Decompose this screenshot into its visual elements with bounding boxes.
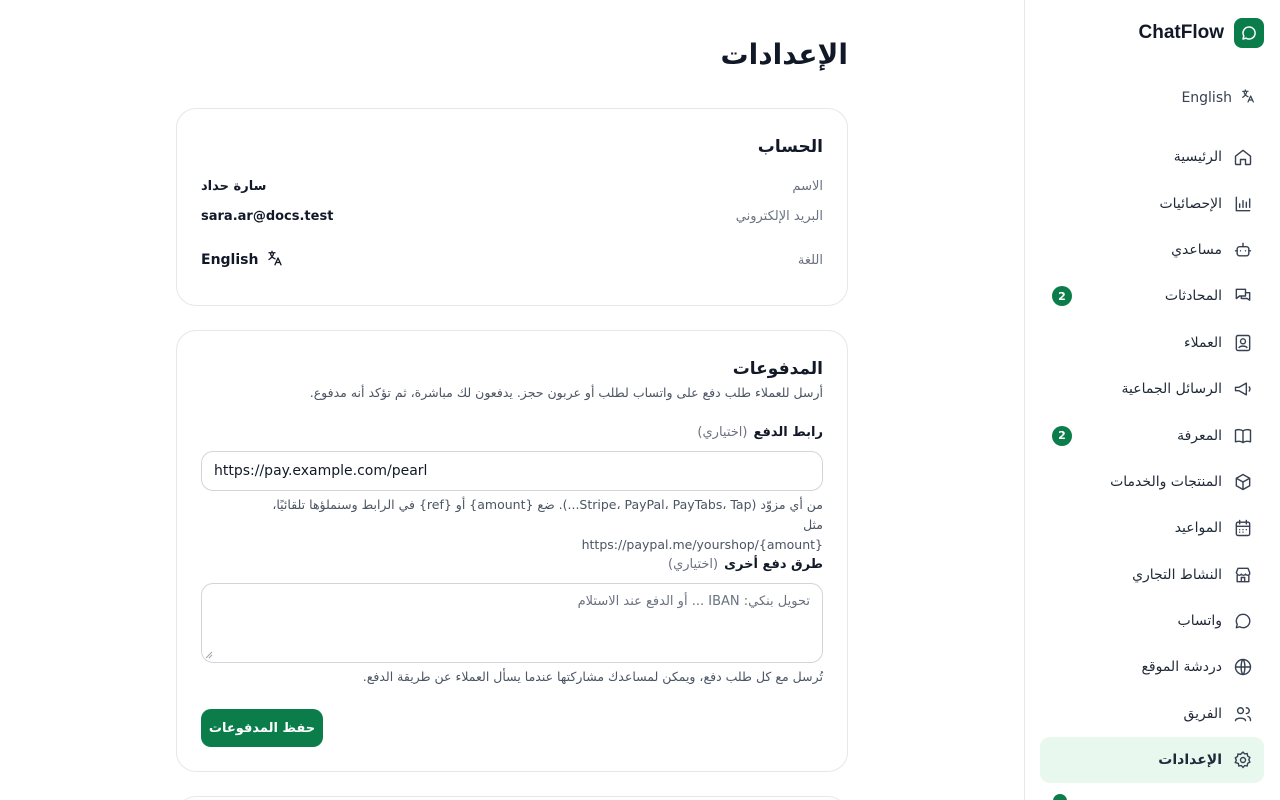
- sidebar-item-label: النشاط التجاري: [1132, 566, 1222, 583]
- sidebar-item-label: المحادثات: [1164, 288, 1222, 305]
- sidebar-more-indicator: [1053, 794, 1067, 800]
- whatsapp-icon: [1232, 610, 1254, 632]
- page-title: الإعدادات: [720, 38, 848, 71]
- book-icon: [1232, 425, 1254, 447]
- payment-link-input[interactable]: [201, 451, 823, 491]
- sidebar-item-web-chat[interactable]: دردشة الموقع: [1040, 644, 1264, 690]
- payments-card: المدفوعات أرسل للعملاء طلب دفع على واتسا…: [176, 330, 848, 772]
- bar-chart-icon: [1232, 193, 1254, 215]
- sidebar-item-broadcasts[interactable]: الرسائل الجماعية: [1040, 366, 1264, 412]
- sidebar-item-customers[interactable]: العملاء: [1040, 320, 1264, 366]
- sidebar-item-label: المعرفة: [1177, 427, 1222, 444]
- bot-icon: [1232, 239, 1254, 261]
- sidebar-item-whatsapp[interactable]: واتساب: [1040, 598, 1264, 644]
- sidebar-item-label: مساعدي: [1171, 241, 1222, 258]
- sidebar-item-label: واتساب: [1177, 613, 1222, 630]
- sidebar-item-knowledge[interactable]: المعرفة 2: [1040, 412, 1264, 458]
- sidebar-item-label: المواعيد: [1174, 520, 1222, 537]
- language-label: اللغة: [797, 252, 823, 268]
- sidebar-item-analytics[interactable]: الإحصائيات: [1040, 180, 1264, 226]
- payment-link-label-text: رابط الدفع: [753, 425, 823, 440]
- email-label: البريد الإلكتروني: [735, 209, 823, 224]
- account-language-row: اللغة English: [201, 249, 823, 271]
- sidebar-item-label: الفريق: [1183, 705, 1222, 722]
- translate-icon: [266, 249, 284, 271]
- sidebar-item-appointments[interactable]: المواعيد: [1040, 505, 1264, 551]
- sidebar-item-label: الرسائل الجماعية: [1121, 381, 1222, 398]
- optional-tag: (اختياري): [668, 557, 719, 572]
- globe-icon: [1232, 656, 1254, 678]
- box-icon: [1232, 471, 1254, 493]
- language-select[interactable]: English: [201, 249, 284, 271]
- language-switcher-label: English: [1181, 90, 1232, 106]
- sidebar: ChatFlow English الرئيسية الإحصائيات مسا…: [1024, 0, 1280, 800]
- sidebar-nav: الرئيسية الإحصائيات مساعدي المحادثات 2 ا…: [1040, 134, 1264, 784]
- home-icon: [1232, 146, 1254, 168]
- chat-bubble-icon: [1234, 18, 1264, 48]
- account-card-title: الحساب: [757, 137, 823, 157]
- sidebar-item-label: العملاء: [1184, 334, 1222, 351]
- sidebar-item-label: الإحصائيات: [1159, 195, 1222, 212]
- payment-link-help: من أي مزوّد (Stripe، PayPal، PayTabs، Ta…: [263, 495, 823, 555]
- optional-tag: (اختياري): [697, 425, 748, 440]
- store-icon: [1232, 564, 1254, 586]
- name-value: سارة حداد: [201, 179, 267, 194]
- contact-icon: [1232, 332, 1254, 354]
- brand-name: ChatFlow: [1138, 22, 1225, 43]
- chats-icon: [1232, 285, 1254, 307]
- other-methods-help: تُرسل مع كل طلب دفع، ويمكن لمساعدك مشارك…: [362, 669, 823, 684]
- payments-card-title: المدفوعات: [732, 359, 823, 379]
- resize-grip-icon[interactable]: [205, 651, 213, 659]
- other-methods-label: طرق دفع أخرى (اختياري): [668, 557, 823, 572]
- other-methods-textarea[interactable]: [201, 583, 823, 663]
- sidebar-item-label: المنتجات والخدمات: [1110, 473, 1222, 490]
- sidebar-item-label: الإعدادات: [1158, 752, 1222, 769]
- team-icon: [1232, 703, 1254, 725]
- calendar-icon: [1232, 517, 1254, 539]
- sidebar-item-products[interactable]: المنتجات والخدمات: [1040, 459, 1264, 505]
- next-card: [176, 796, 848, 800]
- brand[interactable]: ChatFlow: [1138, 18, 1264, 48]
- language-value: English: [201, 252, 259, 268]
- knowledge-count-badge: 2: [1052, 425, 1072, 446]
- language-switcher[interactable]: English: [1181, 88, 1256, 108]
- payment-link-label: رابط الدفع (اختياري): [697, 425, 823, 440]
- sidebar-item-business[interactable]: النشاط التجاري: [1040, 552, 1264, 598]
- sidebar-item-team[interactable]: الفريق: [1040, 691, 1264, 737]
- sidebar-item-label: الرئيسية: [1173, 149, 1222, 166]
- email-value: sara.ar@docs.test: [201, 209, 334, 224]
- payments-description: أرسل للعملاء طلب دفع على واتساب لطلب أو …: [309, 385, 823, 400]
- main-content: الإعدادات الحساب الاسم سارة حداد البريد …: [0, 0, 1024, 800]
- sidebar-item-conversations[interactable]: المحادثات 2: [1040, 273, 1264, 319]
- payment-link-example: https://paypal.me/yourshop/{amount}: [581, 537, 823, 552]
- sidebar-item-home[interactable]: الرئيسية: [1040, 134, 1264, 180]
- payment-link-help-text: من أي مزوّد (Stripe، PayPal، PayTabs، Ta…: [272, 497, 823, 532]
- account-card: الحساب الاسم سارة حداد البريد الإلكتروني…: [176, 108, 848, 306]
- megaphone-icon: [1232, 378, 1254, 400]
- settings-icon: [1232, 749, 1254, 771]
- save-payments-button[interactable]: حفظ المدفوعات: [201, 709, 323, 747]
- sidebar-item-label: دردشة الموقع: [1141, 659, 1222, 676]
- name-label: الاسم: [792, 179, 823, 194]
- sidebar-item-settings[interactable]: الإعدادات: [1040, 737, 1264, 784]
- sidebar-item-assistant[interactable]: مساعدي: [1040, 227, 1264, 273]
- conversations-count-badge: 2: [1052, 286, 1072, 307]
- other-methods-label-text: طرق دفع أخرى: [724, 557, 823, 572]
- account-name-row: الاسم سارة حداد: [201, 179, 823, 194]
- translate-icon: [1240, 88, 1256, 108]
- account-email-row: البريد الإلكتروني sara.ar@docs.test: [201, 209, 823, 224]
